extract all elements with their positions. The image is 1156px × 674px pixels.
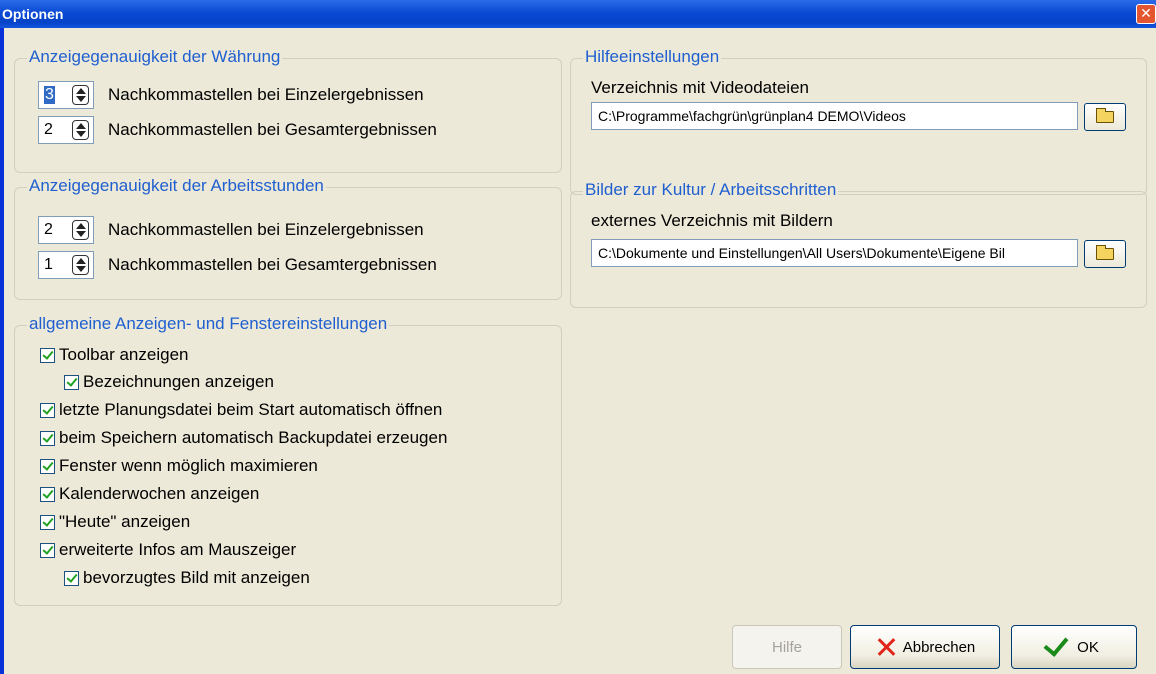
checkbox-today[interactable]: "Heute" anzeigen <box>40 511 190 533</box>
checkbox-label: Bezeichnungen anzeigen <box>83 372 274 391</box>
currency-single-value: 3 <box>44 86 55 104</box>
help-button[interactable]: Hilfe <box>732 625 842 669</box>
help-group-label: Hilfeeinstellungen <box>583 47 722 67</box>
spin-arrows-icon[interactable] <box>72 120 89 140</box>
checkbox-label: bevorzugtes Bild mit anzeigen <box>83 568 310 587</box>
images-dir-browse-button[interactable] <box>1084 240 1126 268</box>
currency-total-label: Nachkommastellen bei Gesamtergebnissen <box>108 120 437 139</box>
checkbox-checked-icon[interactable] <box>40 430 55 446</box>
hours-precision-group: Anzeigegenauigkeit der Arbeitsstunden 2 … <box>14 176 562 300</box>
hours-total-row: 1 Nachkommastellen bei Gesamtergebnissen <box>38 251 437 279</box>
checkbox-preferred-image[interactable]: bevorzugtes Bild mit anzeigen <box>64 567 310 589</box>
checkbox-label: letzte Planungsdatei beim Start automati… <box>59 400 443 419</box>
general-group-label: allgemeine Anzeigen- und Fenstereinstell… <box>27 314 390 334</box>
checkbox-checked-icon[interactable] <box>64 374 79 390</box>
checkbox-label: Kalenderwochen anzeigen <box>59 484 260 503</box>
video-dir-label: Verzeichnis mit Videodateien <box>591 78 809 97</box>
close-icon: ✕ <box>1140 5 1152 21</box>
checkbox-maximize[interactable]: Fenster wenn möglich maximieren <box>40 455 318 477</box>
dialog-body: Anzeigegenauigkeit der Währung 3 Nachkom… <box>4 28 1156 674</box>
spin-arrows-icon[interactable] <box>72 220 89 240</box>
currency-total-value: 2 <box>44 121 53 138</box>
currency-single-row: 3 Nachkommastellen bei Einzelergebnissen <box>38 81 424 109</box>
close-button[interactable]: ✕ <box>1136 4 1156 24</box>
ok-button-label: OK <box>1077 638 1099 656</box>
checkbox-checked-icon[interactable] <box>64 570 79 586</box>
hours-total-label: Nachkommastellen bei Gesamtergebnissen <box>108 255 437 274</box>
checkbox-mouse-info[interactable]: erweiterte Infos am Mauszeiger <box>40 539 296 561</box>
cancel-button-label: Abbrechen <box>902 638 976 656</box>
checkbox-open-last-file[interactable]: letzte Planungsdatei beim Start automati… <box>40 399 442 421</box>
cancel-x-icon <box>875 636 897 658</box>
checkbox-label: "Heute" anzeigen <box>59 512 191 531</box>
title-bar: Optionen ✕ <box>0 0 1156 28</box>
hours-single-label: Nachkommastellen bei Einzelergebnissen <box>108 220 424 239</box>
checkbox-label: erweiterte Infos am Mauszeiger <box>59 540 297 559</box>
spin-arrows-icon[interactable] <box>72 85 89 105</box>
checkmark-icon <box>1043 631 1069 657</box>
checkbox-label: beim Speichern automatisch Backupdatei e… <box>59 428 448 447</box>
checkbox-label: Toolbar anzeigen <box>59 345 189 364</box>
video-dir-browse-button[interactable] <box>1084 103 1126 131</box>
currency-single-stepper[interactable]: 3 <box>38 81 94 109</box>
checkbox-labels[interactable]: Bezeichnungen anzeigen <box>64 371 274 393</box>
window-title: Optionen <box>2 6 64 22</box>
checkbox-backup[interactable]: beim Speichern automatisch Backupdatei e… <box>40 427 447 449</box>
checkbox-checked-icon[interactable] <box>40 514 55 530</box>
currency-total-row: 2 Nachkommastellen bei Gesamtergebnissen <box>38 116 437 144</box>
checkbox-toolbar[interactable]: Toolbar anzeigen <box>40 344 188 366</box>
images-dir-input[interactable]: C:\Dokumente und Einstellungen\All Users… <box>591 239 1078 267</box>
folder-open-icon <box>1096 108 1114 123</box>
hours-total-stepper[interactable]: 1 <box>38 251 94 279</box>
hours-single-stepper[interactable]: 2 <box>38 216 94 244</box>
images-dir-label: externes Verzeichnis mit Bildern <box>591 211 833 230</box>
hours-group-label: Anzeigegenauigkeit der Arbeitsstunden <box>27 176 326 196</box>
ok-button[interactable]: OK <box>1011 625 1137 669</box>
folder-open-icon <box>1096 245 1114 260</box>
help-button-label: Hilfe <box>771 638 802 656</box>
currency-total-stepper[interactable]: 2 <box>38 116 94 144</box>
images-settings-group: Bilder zur Kultur / Arbeitsschritten ext… <box>570 180 1147 308</box>
hours-single-row: 2 Nachkommastellen bei Einzelergebnissen <box>38 216 424 244</box>
checkbox-checked-icon[interactable] <box>40 402 55 418</box>
help-settings-group: Hilfeeinstellungen Verzeichnis mit Video… <box>570 47 1147 195</box>
checkbox-checked-icon[interactable] <box>40 486 55 502</box>
checkbox-checked-icon[interactable] <box>40 347 55 363</box>
hours-single-value: 2 <box>44 221 53 238</box>
checkbox-checked-icon[interactable] <box>40 542 55 558</box>
checkbox-calendar-weeks[interactable]: Kalenderwochen anzeigen <box>40 483 259 505</box>
currency-group-label: Anzeigegenauigkeit der Währung <box>27 47 283 67</box>
currency-single-label: Nachkommastellen bei Einzelergebnissen <box>108 85 424 104</box>
hours-total-value: 1 <box>44 256 53 273</box>
images-group-label: Bilder zur Kultur / Arbeitsschritten <box>583 180 839 200</box>
currency-precision-group: Anzeigegenauigkeit der Währung 3 Nachkom… <box>14 47 562 173</box>
checkbox-label: Fenster wenn möglich maximieren <box>59 456 318 475</box>
spin-arrows-icon[interactable] <box>72 255 89 275</box>
checkbox-checked-icon[interactable] <box>40 458 55 474</box>
video-dir-input[interactable]: C:\Programme\fachgrün\grünplan4 DEMO\Vid… <box>591 102 1078 130</box>
cancel-button[interactable]: Abbrechen <box>850 625 1000 669</box>
general-settings-group: allgemeine Anzeigen- und Fenstereinstell… <box>14 314 562 606</box>
